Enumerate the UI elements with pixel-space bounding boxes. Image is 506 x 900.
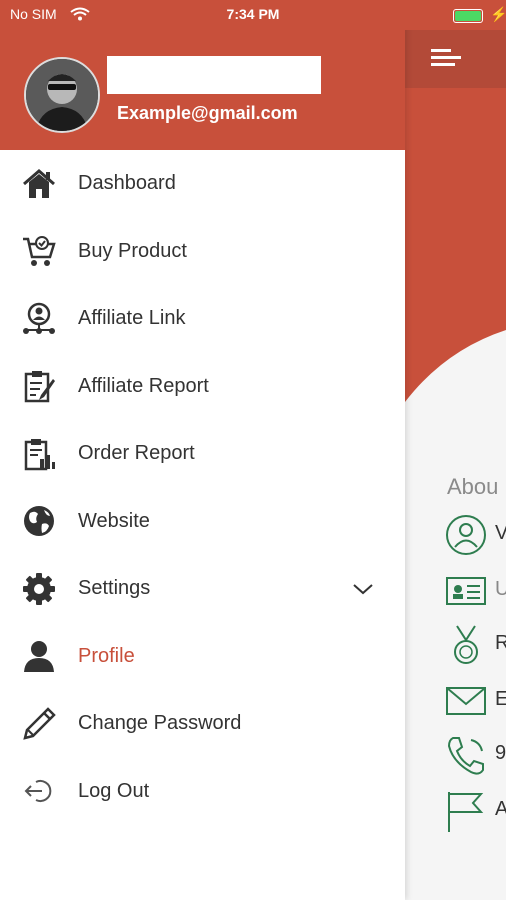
about-heading: Abou — [447, 474, 499, 499]
id-card-icon — [446, 577, 486, 605]
cart-icon — [22, 234, 56, 268]
bg-row-rank: R — [445, 624, 506, 668]
affiliate-network-icon — [22, 302, 56, 336]
user-photo — [26, 59, 98, 131]
pencil-icon — [22, 706, 56, 741]
battery-icon — [453, 9, 483, 23]
chevron-down-icon[interactable] — [352, 582, 374, 596]
menu-item-label: Profile — [78, 644, 135, 667]
menu-item-label: Affiliate Report — [78, 374, 209, 397]
menu-item-affiliate-link[interactable]: Affiliate Link — [0, 285, 405, 353]
bg-row-text: U — [495, 578, 506, 600]
navigation-drawer: Example@gmail.com Dashboard Buy Product … — [0, 0, 405, 900]
bg-row-phone: 9 — [445, 734, 506, 778]
bg-row-text: 9 — [495, 742, 506, 764]
menu-item-affiliate-report[interactable]: Affiliate Report — [0, 353, 405, 421]
gear-icon — [22, 572, 56, 606]
menu-item-dashboard[interactable]: Dashboard — [0, 150, 405, 218]
flag-icon — [448, 792, 484, 832]
logout-icon — [22, 774, 56, 808]
bg-row-text: V — [495, 522, 506, 544]
bg-row-text: A — [495, 798, 506, 820]
user-circle-icon — [446, 515, 486, 555]
user-icon — [22, 639, 56, 673]
menu-item-log-out[interactable]: Log Out — [0, 758, 405, 826]
menu-item-profile[interactable]: Profile — [0, 623, 405, 691]
menu-icon — [431, 49, 461, 66]
menu-item-label: Log Out — [78, 779, 150, 802]
menu-item-label: Dashboard — [78, 172, 176, 195]
bg-row-email: E — [445, 680, 506, 724]
home-icon — [22, 167, 56, 201]
bg-row-text: E — [495, 688, 506, 710]
phone-icon — [447, 737, 484, 775]
bg-row-address: A — [445, 790, 506, 834]
menu-item-label: Affiliate Link — [78, 307, 186, 330]
hamburger-menu-button[interactable] — [405, 28, 506, 88]
order-report-icon — [22, 437, 56, 471]
bg-row-username: U — [445, 570, 506, 614]
report-clipboard-icon — [22, 369, 56, 403]
globe-icon — [22, 504, 56, 538]
menu-item-label: Order Report — [78, 442, 195, 465]
clock: 7:34 PM — [226, 6, 280, 22]
menu-item-label: Settings — [78, 577, 151, 600]
envelope-icon — [446, 687, 486, 715]
medal-icon — [454, 625, 478, 664]
drawer-menu: Dashboard Buy Product Affiliate Link Aff… — [0, 150, 405, 825]
user-email: Example@gmail.com — [117, 103, 298, 123]
menu-item-buy-product[interactable]: Buy Product — [0, 218, 405, 286]
bg-row-text: R — [495, 632, 506, 654]
menu-item-label: Buy Product — [78, 239, 187, 262]
menu-item-label: Change Password — [78, 712, 242, 735]
menu-item-change-password[interactable]: Change Password — [0, 690, 405, 758]
menu-item-settings[interactable]: Settings — [0, 555, 405, 623]
menu-item-order-report[interactable]: Order Report — [0, 420, 405, 488]
status-bar: No SIM 7:34 PM ⚡ — [0, 0, 506, 30]
charging-icon: ⚡ — [490, 6, 506, 22]
bg-row-name: V — [445, 514, 506, 558]
menu-item-website[interactable]: Website — [0, 488, 405, 556]
menu-item-label: Website — [78, 509, 150, 532]
avatar[interactable] — [24, 57, 100, 133]
user-name — [107, 56, 321, 94]
